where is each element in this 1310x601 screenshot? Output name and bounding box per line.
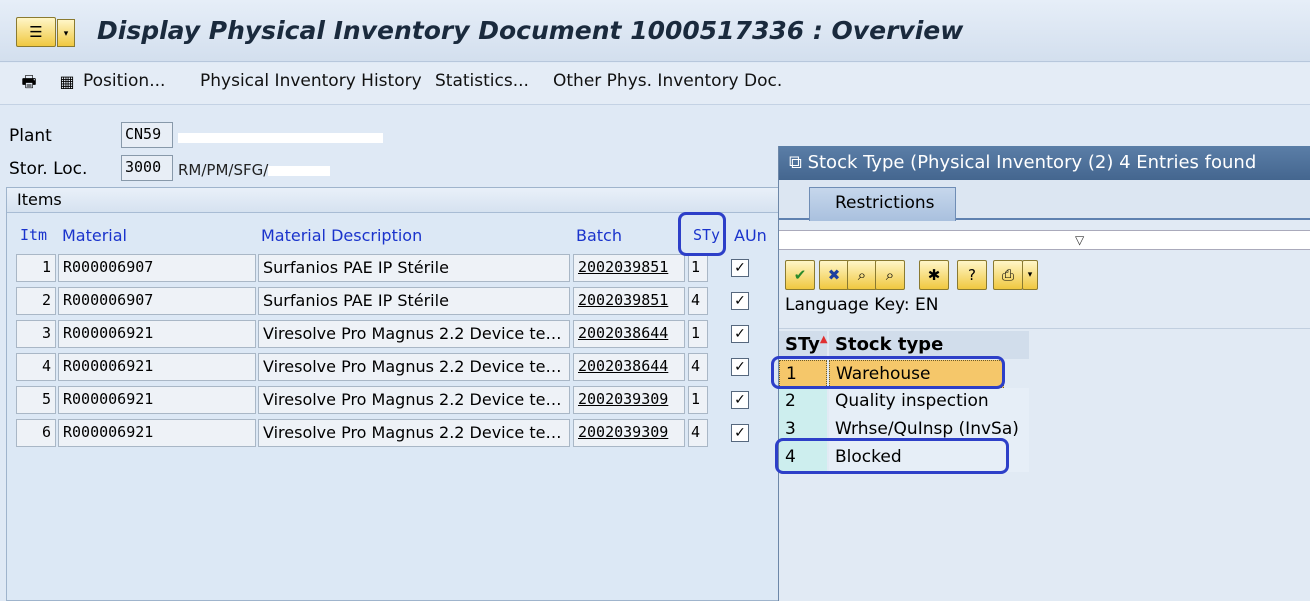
cell-sty[interactable]: 4 <box>688 287 708 315</box>
inventory-history-button[interactable]: Physical Inventory History <box>200 71 422 91</box>
cell-sty[interactable]: 4 <box>688 419 708 447</box>
popup-window-icon: ⧉ <box>789 152 808 173</box>
cell-description: Surfanios PAE IP Stérile <box>258 287 570 315</box>
sort-ascending-icon: ▲ <box>819 334 828 345</box>
col-header-material[interactable]: Material <box>62 226 127 245</box>
cell-description: Viresolve Pro Magnus 2.2 Device te… <box>258 320 570 348</box>
popup-title: ⧉ Stock Type (Physical Inventory (2) 4 E… <box>779 146 1310 180</box>
print-icon[interactable]: 🖶 <box>18 71 40 93</box>
blocked-highlight <box>775 438 1009 474</box>
cell-description: Viresolve Pro Magnus 2.2 Device te… <box>258 419 570 447</box>
plant-field[interactable]: CN59 <box>121 122 173 148</box>
col-header-itm[interactable]: Itm <box>20 226 47 244</box>
statistics-button[interactable]: Statistics... <box>435 71 529 91</box>
entry-stock-type[interactable]: Quality inspection <box>829 388 1029 416</box>
divider <box>779 328 1310 329</box>
position-icon[interactable]: ▦ <box>56 71 78 93</box>
cancel-icon[interactable]: ✖ <box>819 260 849 290</box>
cell-itm: 4 <box>16 353 56 381</box>
cell-description: Viresolve Pro Magnus 2.2 Device te… <box>258 386 570 414</box>
cell-batch[interactable]: 2002039309 <box>573 419 685 447</box>
expand-triangle-icon[interactable]: ▽ <box>1075 233 1084 247</box>
cell-sty[interactable]: 4 <box>688 353 708 381</box>
menu-dropdown-icon[interactable]: ▾ <box>57 19 75 47</box>
stor-loc-label: Stor. Loc. <box>9 159 88 179</box>
cell-batch[interactable]: 2002038644 <box>573 320 685 348</box>
stock-type-popup: ⧉ Stock Type (Physical Inventory (2) 4 E… <box>771 146 1310 601</box>
cell-material: R000006907 <box>58 254 256 282</box>
sty-header-highlight <box>678 212 726 256</box>
popup-tab-strip: Restrictions <box>779 180 1310 221</box>
position-button[interactable]: Position... <box>83 71 165 91</box>
cell-itm: 5 <box>16 386 56 414</box>
cell-batch[interactable]: 2002038644 <box>573 353 685 381</box>
entry-sty[interactable]: 2 <box>779 388 827 416</box>
help-icon[interactable]: ? <box>957 260 987 290</box>
cell-description: Surfanios PAE IP Stérile <box>258 254 570 282</box>
cell-sty[interactable]: 1 <box>688 254 708 282</box>
col-header-sty[interactable]: STy▲ <box>779 331 828 359</box>
items-section-title: Items <box>7 188 778 213</box>
stor-loc-description: RM/PM/SFG/ <box>178 161 331 179</box>
cell-material: R000006907 <box>58 287 256 315</box>
cell-itm: 1 <box>16 254 56 282</box>
restrictions-expander[interactable]: ▽ <box>779 230 1310 250</box>
language-key: Language Key: EN <box>785 295 939 315</box>
cell-batch[interactable]: 2002039851 <box>573 254 685 282</box>
aun-checkbox[interactable]: ✓ <box>731 424 749 442</box>
cell-batch[interactable]: 2002039309 <box>573 386 685 414</box>
find-next-icon[interactable]: ⌕ <box>875 260 905 290</box>
confirm-icon[interactable]: ✔ <box>785 260 815 290</box>
warehouse-highlight <box>771 356 1005 389</box>
cell-itm: 6 <box>16 419 56 447</box>
cell-sty[interactable]: 1 <box>688 320 708 348</box>
aun-checkbox[interactable]: ✓ <box>731 325 749 343</box>
stor-loc-field[interactable]: 3000 <box>121 155 173 181</box>
cell-itm: 3 <box>16 320 56 348</box>
aun-checkbox[interactable]: ✓ <box>731 292 749 310</box>
sap-menu-icon[interactable]: ☰ <box>16 17 56 47</box>
plant-description <box>178 128 383 146</box>
cell-itm: 2 <box>16 287 56 315</box>
find-icon[interactable]: ⌕ <box>847 260 877 290</box>
cell-material: R000006921 <box>58 353 256 381</box>
aun-checkbox[interactable]: ✓ <box>731 358 749 376</box>
cell-batch[interactable]: 2002039851 <box>573 287 685 315</box>
application-toolbar: 🖶 ▦ Position... Physical Inventory Histo… <box>0 63 1310 105</box>
cell-material: R000006921 <box>58 386 256 414</box>
aun-checkbox[interactable]: ✓ <box>731 259 749 277</box>
print-dropdown-icon[interactable]: ▾ <box>1022 260 1038 290</box>
aun-checkbox[interactable]: ✓ <box>731 391 749 409</box>
title-bar: ☰ ▾ Display Physical Inventory Document … <box>0 0 1310 62</box>
plant-label: Plant <box>9 126 52 146</box>
col-header-batch[interactable]: Batch <box>576 226 622 245</box>
cell-material: R000006921 <box>58 320 256 348</box>
cell-sty[interactable]: 1 <box>688 386 708 414</box>
cell-material: R000006921 <box>58 419 256 447</box>
print-list-icon[interactable]: ⎙ <box>993 260 1023 290</box>
new-search-icon[interactable]: ✱ <box>919 260 949 290</box>
col-header-aun[interactable]: AUn <box>734 226 767 245</box>
window-title: Display Physical Inventory Document 1000… <box>97 16 964 45</box>
other-doc-button[interactable]: Other Phys. Inventory Doc. <box>553 71 782 91</box>
col-header-stock-type[interactable]: Stock type <box>829 331 1029 359</box>
tab-restrictions[interactable]: Restrictions <box>809 187 956 221</box>
cell-description: Viresolve Pro Magnus 2.2 Device te… <box>258 353 570 381</box>
col-header-description[interactable]: Material Description <box>261 226 422 245</box>
